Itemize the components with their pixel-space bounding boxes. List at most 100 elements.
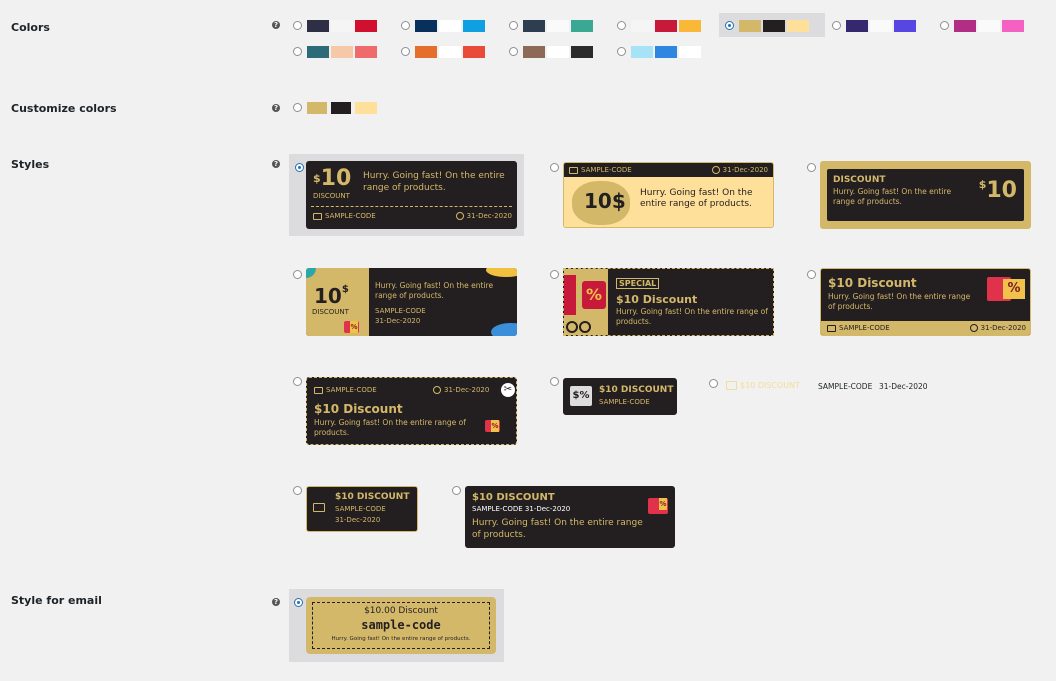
palette-10-swatch-1[interactable] [523, 46, 545, 58]
style-9-coupon[interactable]: $10 DISCOUNT SAMPLE-CODE 31-Dec-2020 [722, 379, 942, 395]
palette-radio-10[interactable] [509, 47, 518, 56]
help-icon[interactable]: ? [272, 104, 280, 112]
palette-10-swatch-3[interactable] [571, 46, 593, 58]
palette-8-swatch-1[interactable] [307, 46, 329, 58]
style-2-coupon[interactable]: SAMPLE-CODE 31-Dec-2020 10$ Hurry. Going… [563, 162, 774, 228]
style-3-coupon[interactable]: DISCOUNT Hurry. Going fast! On the entir… [820, 161, 1031, 229]
palette-5-swatch-2[interactable] [763, 20, 785, 32]
style-6-radio[interactable] [807, 270, 816, 279]
style-4-radio[interactable] [293, 270, 302, 279]
style-10-coupon[interactable]: $10 DISCOUNT SAMPLE-CODE 31-Dec-2020 [306, 486, 418, 532]
style-3-radio[interactable] [807, 163, 816, 172]
palette-4-swatch-2[interactable] [655, 20, 677, 32]
palette-radio-7[interactable] [940, 21, 949, 30]
palette-7-swatch-2[interactable] [978, 20, 1000, 32]
coupon-discount-word: DISCOUNT [833, 175, 886, 185]
palette-6-swatch-3[interactable] [894, 20, 916, 32]
style-4-coupon[interactable]: 10$ DISCOUNT Hurry. Going fast! On the e… [306, 268, 517, 336]
palette-radio-4[interactable] [617, 21, 626, 30]
clock-icon [711, 166, 720, 174]
email-style-coupon[interactable]: $10.00 Discount sample-code Hurry. Going… [306, 597, 496, 654]
palette-9-swatch-2[interactable] [439, 46, 461, 58]
palette-radio-6[interactable] [832, 21, 841, 30]
ticket-icon [569, 166, 578, 174]
palette-1-swatch-2[interactable] [331, 20, 353, 32]
ticket-icon [827, 324, 836, 332]
palette-3-swatch-3[interactable] [571, 20, 593, 32]
palette-8-swatch-3[interactable] [355, 46, 377, 58]
palette-1-swatch-1[interactable] [307, 20, 329, 32]
style-10-radio[interactable] [293, 486, 302, 495]
palette-radio-5[interactable] [725, 21, 734, 30]
coupon-title: $10 Discount [616, 293, 698, 306]
coupon-message: Hurry. Going fast! On the entire range o… [833, 187, 952, 206]
palette-1-swatch-3[interactable] [355, 20, 377, 32]
style-5-radio[interactable] [550, 270, 559, 279]
style-9-radio[interactable] [709, 379, 718, 388]
customize-colors-radio[interactable] [293, 103, 302, 112]
help-icon[interactable]: ? [272, 598, 280, 606]
palette-radio-1[interactable] [293, 21, 302, 30]
scissors-icon: ✂ [501, 383, 515, 397]
email-coupon-message: Hurry. Going fast! On the entire range o… [331, 636, 471, 642]
percent-tag-icon: % [582, 281, 606, 309]
coupon-expiry: 31-Dec-2020 [375, 317, 421, 325]
ticket-icon [313, 503, 325, 512]
palette-6-swatch-1[interactable] [846, 20, 868, 32]
palette-11-swatch-1[interactable] [631, 46, 653, 58]
palette-3-swatch-2[interactable] [547, 20, 569, 32]
style-1-coupon[interactable]: $10 DISCOUNT Hurry. Going fast! On the e… [306, 161, 517, 229]
custom-color-swatch-3[interactable] [355, 102, 377, 114]
style-1-radio[interactable] [295, 163, 304, 172]
palette-radio-3[interactable] [509, 21, 518, 30]
coupon-divider [311, 206, 512, 207]
discount-tag-icon [485, 420, 500, 432]
style-8-coupon[interactable]: $% $10 DISCOUNT SAMPLE-CODE [563, 378, 677, 415]
palette-radio-2[interactable] [401, 21, 410, 30]
style-5-coupon[interactable]: % SPECIAL $10 Discount Hurry. Going fast… [563, 268, 774, 336]
palette-11-swatch-3[interactable] [679, 46, 701, 58]
email-style-radio[interactable] [294, 598, 303, 607]
coupon-message: Hurry. Going fast! On the entire range o… [616, 307, 768, 326]
style-7-coupon[interactable]: SAMPLE-CODE 31-Dec-2020 ✂ $10 Discount H… [306, 377, 517, 445]
label-styles: Styles [11, 158, 50, 171]
palette-8-swatch-2[interactable] [331, 46, 353, 58]
palette-10-swatch-2[interactable] [547, 46, 569, 58]
palette-9-swatch-1[interactable] [415, 46, 437, 58]
coupon-expiry: 31-Dec-2020 [711, 166, 768, 174]
style-7-radio[interactable] [293, 377, 302, 386]
palette-4-swatch-1[interactable] [631, 20, 653, 32]
palette-radio-9[interactable] [401, 47, 410, 56]
palette-2-swatch-1[interactable] [415, 20, 437, 32]
palette-3-swatch-1[interactable] [523, 20, 545, 32]
coupon-code: SAMPLE-CODE [375, 307, 426, 315]
palette-11-swatch-2[interactable] [655, 46, 677, 58]
palette-radio-8[interactable] [293, 47, 302, 56]
style-8-radio[interactable] [550, 377, 559, 386]
palette-radio-11[interactable] [617, 47, 626, 56]
style-11-radio[interactable] [452, 486, 461, 495]
style-2-radio[interactable] [550, 163, 559, 172]
palette-4-swatch-3[interactable] [679, 20, 701, 32]
coupon-code: SAMPLE-CODE [827, 324, 890, 332]
label-colors: Colors [11, 21, 50, 34]
help-icon[interactable]: ? [272, 160, 280, 168]
custom-color-swatch-2[interactable] [331, 102, 351, 114]
custom-color-swatch-1[interactable] [307, 102, 327, 114]
email-coupon-title: $10.00 Discount [364, 606, 438, 616]
palette-7-swatch-1[interactable] [954, 20, 976, 32]
coupon-code: SAMPLE-CODE [335, 505, 386, 513]
coupon-expiry: 31-Dec-2020 [335, 516, 381, 524]
palette-2-swatch-3[interactable] [463, 20, 485, 32]
style-11-coupon[interactable]: $10 DISCOUNT SAMPLE-CODE 31-Dec-2020 Hur… [465, 486, 675, 548]
coupon-amount: $10 [978, 178, 1017, 203]
palette-5-swatch-3[interactable] [787, 20, 809, 32]
palette-7-swatch-3[interactable] [1002, 20, 1024, 32]
palette-9-swatch-3[interactable] [463, 46, 485, 58]
coupon-special: SPECIAL [616, 278, 660, 289]
style-6-coupon[interactable]: $10 Discount Hurry. Going fast! On the e… [820, 268, 1031, 336]
palette-5-swatch-1[interactable] [739, 20, 761, 32]
help-icon[interactable]: ? [272, 21, 280, 29]
palette-6-swatch-2[interactable] [870, 20, 892, 32]
palette-2-swatch-2[interactable] [439, 20, 461, 32]
